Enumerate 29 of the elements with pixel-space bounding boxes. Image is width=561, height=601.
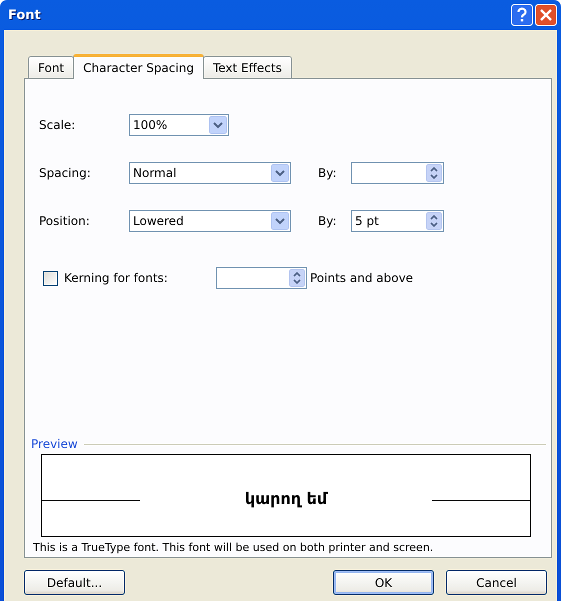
tab[interactable]: Character Spacing — [73, 54, 204, 79]
spin-arrows-icon[interactable] — [426, 164, 442, 182]
spin-arrows-icon[interactable] — [426, 212, 442, 230]
spin-arrows-icon[interactable] — [289, 269, 305, 287]
dialog-button[interactable]: Default... — [24, 570, 125, 595]
tab[interactable]: Text Effects — [202, 56, 292, 78]
preview-text: կարող եմ — [244, 489, 329, 508]
group-label: Preview — [31, 437, 78, 451]
tab[interactable]: Font — [28, 56, 74, 78]
dropdown[interactable]: Normal — [129, 162, 291, 184]
close-icon[interactable] — [535, 4, 557, 26]
field-label: Position: — [39, 214, 91, 228]
dialog-button[interactable]: Cancel — [446, 570, 547, 595]
field-label: By: — [318, 214, 338, 228]
dropdown[interactable]: 100% — [129, 114, 229, 136]
field-label: Points and above — [310, 271, 414, 285]
checkbox-label: Kerning for fonts: — [64, 271, 169, 285]
field-label: Scale: — [39, 118, 76, 132]
dialog-button[interactable]: OK — [333, 570, 434, 595]
spin-field[interactable] — [351, 162, 444, 184]
help-icon[interactable] — [511, 4, 533, 26]
font-info-text: This is a TrueType font. This font will be used on both printer and screen. — [33, 541, 434, 554]
field-label: By: — [318, 166, 338, 180]
field-label: Spacing: — [39, 166, 92, 180]
checkbox[interactable] — [43, 270, 58, 286]
dropdown[interactable]: Lowered — [129, 210, 291, 232]
spin-field[interactable] — [216, 267, 307, 289]
window-title: Font — [8, 8, 42, 22]
spin-field[interactable]: 5 pt — [351, 210, 444, 232]
